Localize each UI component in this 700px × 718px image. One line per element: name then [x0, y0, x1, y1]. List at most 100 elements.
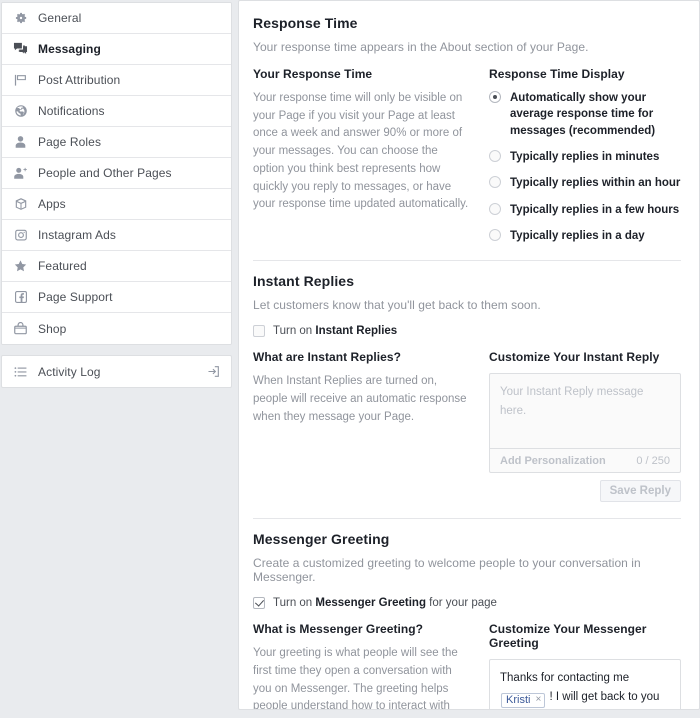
radio-option-automatic[interactable]: Automatically show your average response… — [489, 90, 681, 139]
composer-footer: Add Personalization 0 / 250 — [490, 448, 680, 472]
response-time-display: Response Time Display Automatically show… — [489, 67, 681, 244]
settings-content: Response Time Your response time appears… — [238, 0, 700, 710]
radio-indicator[interactable] — [489, 91, 501, 103]
column-heading: Your Response Time — [253, 67, 373, 81]
person-icon — [12, 134, 29, 151]
toggle-instant-replies[interactable]: Turn on Instant Replies — [253, 325, 681, 338]
section-response-time: Response Time Your response time appears… — [253, 15, 681, 260]
greeting-composer-wrap: Customize Your Messenger Greeting Thanks… — [489, 622, 681, 709]
column-body: When Instant Replies are turned on, peop… — [253, 375, 467, 423]
gear-icon — [12, 10, 29, 27]
radio-indicator[interactable] — [489, 176, 501, 189]
character-counter: 0 / 250 — [636, 454, 670, 467]
section-subtitle: Create a customized greeting to welcome … — [253, 556, 641, 585]
radio-option-minutes[interactable]: Typically replies in minutes — [489, 149, 681, 165]
sidebar-item-instagram-ads[interactable]: Instagram Ads — [2, 220, 231, 251]
facebook-icon — [12, 289, 29, 306]
section-title: Instant Replies — [253, 273, 355, 290]
instant-reply-actions: Save Reply — [489, 480, 681, 503]
sidebar-item-label: Instagram Ads — [38, 228, 117, 242]
sidebar-item-page-support[interactable]: Page Support — [2, 282, 231, 313]
column-body: Your response time will only be visible … — [253, 92, 469, 211]
sidebar-item-general[interactable]: General — [2, 3, 231, 34]
column-heading: What are Instant Replies? — [253, 350, 401, 365]
camera-icon — [12, 227, 29, 244]
personalization-token-chip[interactable]: Kristi × — [501, 692, 546, 708]
column-heading: What is Messenger Greeting? — [253, 622, 424, 637]
radio-option-a-day[interactable]: Typically replies in a day — [489, 228, 681, 244]
sidebar-item-activity-log[interactable]: Activity Log — [2, 356, 231, 387]
globe-icon — [12, 103, 29, 120]
person-add-icon — [12, 165, 29, 182]
token-label: Kristi — [506, 693, 531, 706]
radio-label: Typically replies in a day — [510, 229, 645, 242]
settings-sidebar: General Messaging Post Attribution Notif… — [0, 0, 232, 388]
sidebar-item-messaging[interactable]: Messaging — [2, 34, 231, 65]
toggle-emphasis: Messenger Greeting — [315, 597, 426, 610]
add-personalization-link[interactable]: Add Personalization — [500, 455, 606, 467]
sidebar-item-apps[interactable]: Apps — [2, 189, 231, 220]
instant-reply-input[interactable]: Your Instant Reply message here. — [490, 374, 680, 448]
sidebar-item-featured[interactable]: Featured — [2, 251, 231, 282]
sidebar-item-label: General — [38, 11, 82, 25]
response-time-info: Your Response Time Your response time wi… — [253, 67, 471, 244]
external-link-icon[interactable] — [206, 364, 221, 379]
sidebar-item-label: Shop — [38, 321, 67, 336]
sidebar-item-notifications[interactable]: Notifications — [2, 96, 231, 127]
messaging-icon — [12, 41, 29, 58]
checkbox-label: Turn on Messenger Greeting for your page — [273, 597, 497, 609]
save-reply-button[interactable]: Save Reply — [599, 480, 681, 503]
star-icon — [12, 258, 29, 275]
sidebar-item-page-roles[interactable]: Page Roles — [2, 127, 231, 158]
checkbox-label: Turn on Instant Replies — [273, 325, 397, 337]
sidebar-item-label: Notifications — [38, 104, 105, 118]
radio-indicator[interactable] — [489, 202, 501, 215]
remove-token-icon[interactable]: × — [535, 695, 541, 705]
section-title: Messenger Greeting — [253, 531, 390, 548]
toggle-emphasis: Instant Replies — [315, 325, 398, 338]
section-messenger-greeting: Messenger Greeting Create a customized g… — [253, 518, 681, 710]
instant-reply-composer: Your Instant Reply message here. Add Per… — [489, 373, 681, 474]
radio-option-within-an-hour[interactable]: Typically replies within an hour — [489, 175, 681, 191]
sidebar-item-label: People and Other Pages — [38, 166, 172, 180]
toggle-suffix: for your page — [425, 597, 497, 610]
checkbox-indicator[interactable] — [253, 325, 265, 338]
sidebar-item-label: Apps — [38, 197, 66, 211]
greeting-input[interactable]: Thanks for contacting me Kristi × ! I wil… — [490, 660, 680, 709]
radio-label: Typically replies in minutes — [510, 150, 660, 163]
messenger-greeting-info: What is Messenger Greeting? Your greetin… — [253, 622, 471, 710]
sidebar-item-label: Page Roles — [38, 135, 102, 149]
activity-log-label: Activity Log — [38, 364, 101, 379]
greeting-composer: Thanks for contacting me Kristi × ! I wil… — [489, 659, 681, 709]
radio-indicator[interactable] — [489, 228, 501, 241]
sidebar-item-label: Post Attribution — [38, 73, 121, 87]
checkbox-indicator[interactable] — [253, 597, 265, 610]
radio-label: Typically replies in a few hours — [510, 203, 680, 216]
sidebar-item-label: Featured — [38, 259, 87, 273]
section-subtitle: Your response time appears in the About … — [253, 40, 589, 54]
list-icon — [12, 363, 29, 380]
toggle-messenger-greeting[interactable]: Turn on Messenger Greeting for your page — [253, 597, 681, 610]
activity-log-card: Activity Log — [1, 355, 232, 388]
sidebar-item-shop[interactable]: Shop — [2, 313, 231, 344]
radio-option-few-hours[interactable]: Typically replies in a few hours — [489, 202, 681, 218]
box-icon — [12, 196, 29, 213]
shop-icon — [12, 320, 29, 337]
radio-indicator[interactable] — [489, 149, 501, 162]
settings-page: General Messaging Post Attribution Notif… — [0, 0, 700, 718]
sidebar-item-label: Page Support — [38, 290, 113, 304]
column-heading: Customize Your Messenger Greeting — [489, 622, 647, 651]
sidebar-item-post-attribution[interactable]: Post Attribution — [2, 65, 231, 96]
flag-icon — [12, 72, 29, 89]
column-body: Your greeting is what people will see th… — [253, 647, 458, 710]
sidebar-item-label: Messaging — [38, 42, 101, 56]
radio-label: Automatically show your average response… — [510, 92, 656, 137]
radio-label: Typically replies within an hour — [510, 177, 681, 190]
instant-reply-composer-wrap: Customize Your Instant Reply Your Instan… — [489, 350, 681, 503]
toggle-prefix: Turn on — [273, 325, 316, 338]
column-heading: Response Time Display — [489, 67, 625, 81]
sidebar-nav-card: General Messaging Post Attribution Notif… — [1, 2, 232, 345]
column-heading: Customize Your Instant Reply — [489, 350, 660, 365]
sidebar-item-people-and-other-pages[interactable]: People and Other Pages — [2, 158, 231, 189]
section-subtitle: Let customers know that you'll get back … — [253, 298, 541, 313]
